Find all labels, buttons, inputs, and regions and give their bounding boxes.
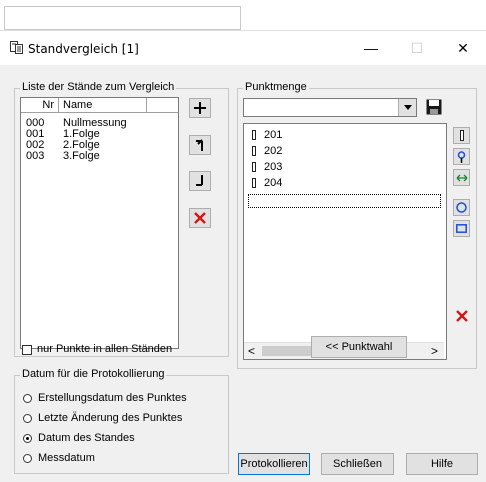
select-point-button[interactable] [453,148,470,165]
radio-letzte-aenderung[interactable] [23,414,32,423]
col-name-header[interactable]: Name [59,98,147,112]
delete-point-button[interactable] [453,307,471,325]
arrow-up-icon [196,139,203,151]
combo-dropdown-button[interactable] [398,99,416,116]
save-set-button[interactable] [424,97,444,117]
radio-messdatum[interactable] [23,454,32,463]
list-item[interactable]: 003 [26,151,44,162]
circle-select-button[interactable] [453,199,470,216]
list-item[interactable]: 202 [264,146,282,157]
radio-erstellungsdatum[interactable] [23,394,32,403]
only-all-points-label: nur Punkte in allen Ständen [37,343,173,355]
point-icon [252,146,256,156]
delete-icon [194,212,206,224]
radio-datum-des-standes[interactable] [23,434,32,443]
delete-stand-button[interactable] [189,208,211,228]
pin-icon [457,150,466,163]
radio-label: Letzte Änderung des Punktes [38,412,183,424]
list-item[interactable]: 201 [264,130,282,141]
rectangle-select-button[interactable] [453,220,470,237]
punktwahl-button[interactable]: << Punktwahl [311,336,407,358]
top-text-field[interactable] [4,6,241,30]
dialog-window: Standvergleich [1] — ☐ ✕ Liste der Ständ… [0,30,486,482]
point-icon [252,162,256,172]
circle-icon [456,202,467,213]
new-point-entry[interactable] [248,194,441,208]
double-arrow-icon [456,174,467,181]
app-icon [10,41,23,54]
move-up-button[interactable] [189,135,211,155]
schliessen-button[interactable]: Schließen [321,453,394,475]
rectangle-icon [456,224,467,233]
list-item[interactable]: 204 [264,178,282,189]
minimize-button[interactable]: — [348,31,394,65]
staende-list-header: Nr Name [21,98,178,113]
radio-label: Erstellungsdatum des Punktes [38,392,187,404]
datum-group-label: Datum für die Protokollierung [20,368,167,380]
add-stand-button[interactable] [189,98,211,118]
list-item[interactable]: 203 [264,162,282,173]
nr-cell: 003 [26,150,45,162]
scroll-right-icon[interactable]: > [431,344,438,358]
point-icon [252,130,256,140]
maximize-button[interactable]: ☐ [394,31,440,65]
title-bar: Standvergleich [1] — ☐ ✕ [0,31,486,65]
move-down-button[interactable] [189,171,211,191]
close-button[interactable]: ✕ [440,31,486,65]
only-all-points-checkbox[interactable] [22,345,32,355]
hilfe-button[interactable]: Hilfe [406,453,478,475]
protokollieren-button[interactable]: Protokollieren [238,453,310,475]
radio-label: Messdatum [38,452,95,464]
point-icon [459,130,464,141]
save-icon [426,99,442,115]
col-nr-header[interactable]: Nr [21,98,59,112]
punktmenge-combo[interactable] [243,98,417,117]
staende-list[interactable]: Nr Name 000 Nullmessung 001 1.Folge 002 … [20,97,179,349]
range-button[interactable] [453,169,470,186]
arrow-down-icon [196,175,203,186]
staende-group-label: Liste der Stände zum Vergleich [20,81,177,93]
punkt-list[interactable]: 201 202 203 204 < > [243,123,447,360]
punktmenge-group-label: Punktmenge [243,81,309,93]
chevron-down-icon [403,105,412,110]
delete-icon [456,310,468,322]
scroll-left-icon[interactable]: < [248,344,255,358]
name-cell: 3.Folge [63,150,100,162]
point-icon [252,178,256,188]
plus-icon [194,102,206,114]
radio-label: Datum des Standes [38,432,135,444]
point-tool-button[interactable] [453,127,470,144]
list-item[interactable]: 3.Folge [63,151,100,162]
window-title: Standvergleich [1] [28,42,139,56]
